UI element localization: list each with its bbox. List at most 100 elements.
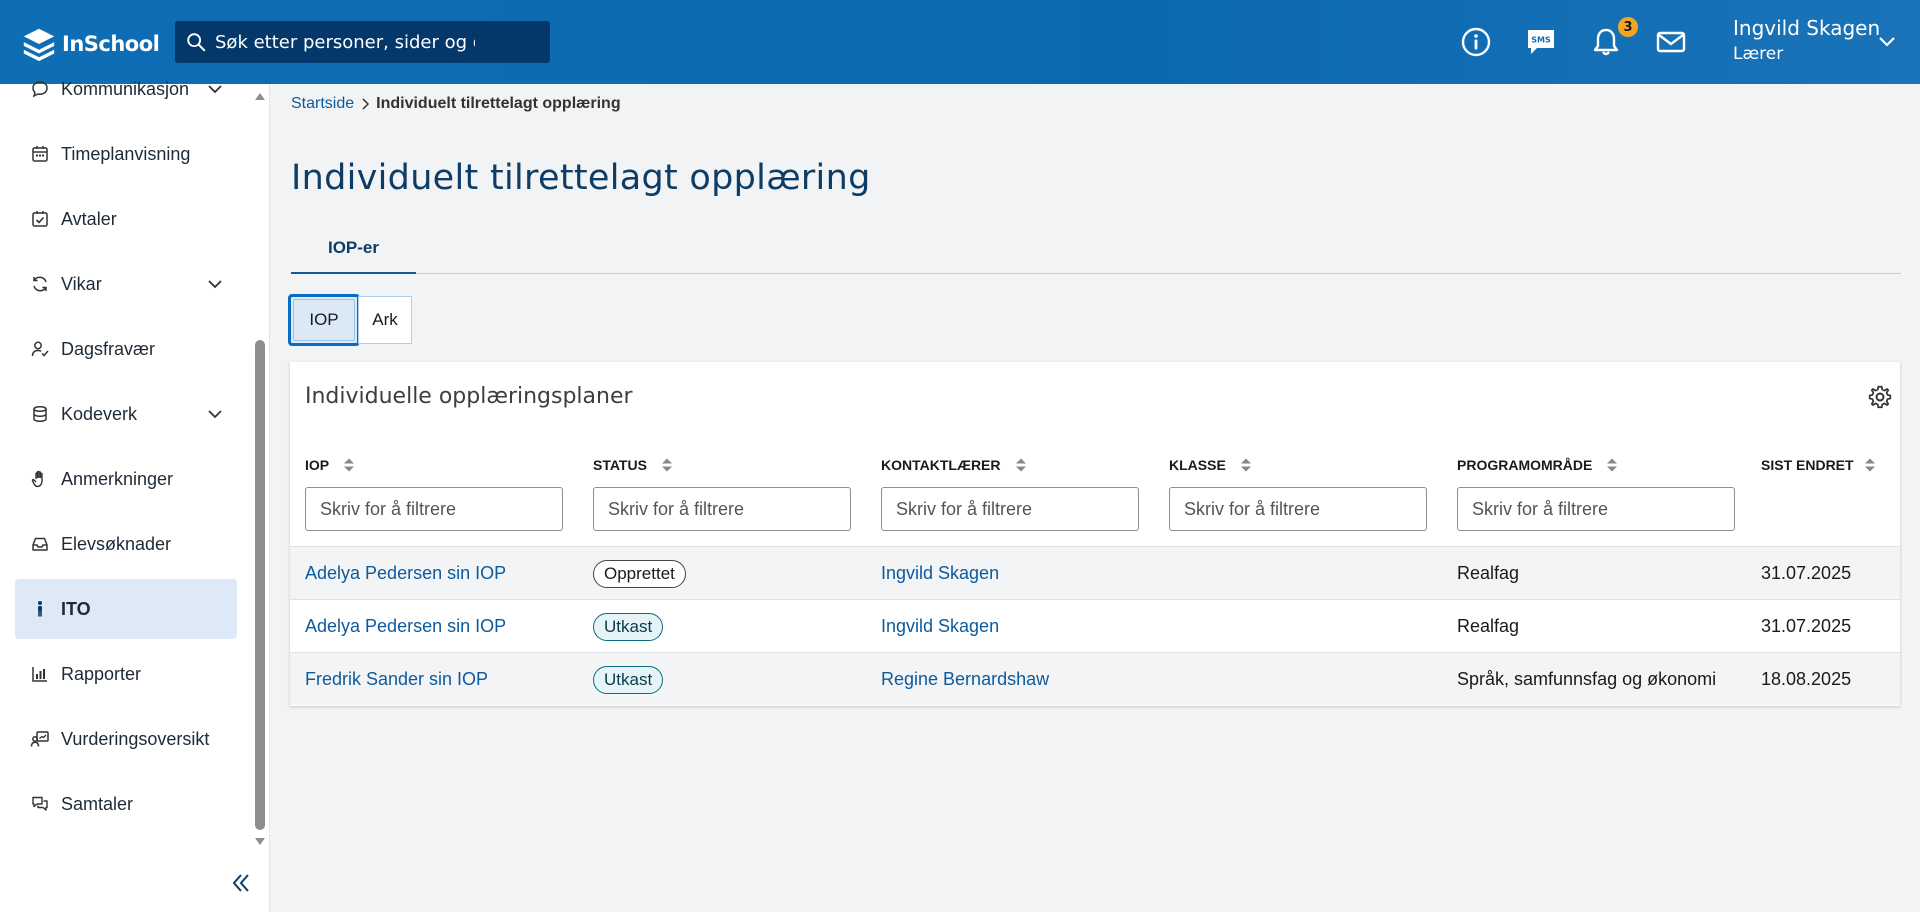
scroll-down-arrow-icon[interactable] bbox=[254, 836, 266, 848]
sidebar-item-kommunikasjon[interactable]: Kommunikasjon bbox=[15, 59, 237, 119]
kontaktlaerer-link[interactable]: Ingvild Skagen bbox=[881, 547, 999, 600]
gear-icon[interactable] bbox=[1867, 384, 1893, 410]
user-menu[interactable]: Ingvild Skagen Lærer bbox=[1733, 16, 1880, 64]
sidebar-item-elevsoknader[interactable]: Elevsøknader bbox=[15, 514, 237, 574]
status-cell: Opprettet bbox=[593, 547, 686, 600]
filter-input-kontaktlaerer[interactable] bbox=[881, 487, 1139, 531]
column-header-status[interactable]: STATUS bbox=[593, 457, 673, 473]
sidebar-item-anmerkninger[interactable]: Anmerkninger bbox=[15, 449, 237, 509]
tab-iop-er[interactable]: IOP-er bbox=[291, 232, 416, 274]
breadcrumb-home-link[interactable]: Startside bbox=[291, 95, 354, 113]
programomrade-cell: Realfag bbox=[1457, 563, 1520, 583]
stack-logo-icon bbox=[23, 28, 55, 62]
chevron-down-icon[interactable] bbox=[205, 79, 225, 99]
sidebar-item-label: Kodeverk bbox=[61, 403, 138, 424]
search-input[interactable] bbox=[215, 31, 475, 53]
filter-input-klasse[interactable] bbox=[1169, 487, 1427, 531]
column-label: KLASSE bbox=[1169, 457, 1226, 473]
sms-icon: SMS bbox=[1528, 30, 1554, 54]
user-check-icon bbox=[29, 338, 51, 360]
chevron-down-icon[interactable] bbox=[205, 274, 225, 294]
sort-icon[interactable] bbox=[1015, 457, 1027, 473]
assessment-icon bbox=[29, 728, 51, 750]
sidebar-item-ito[interactable]: ITO bbox=[15, 579, 237, 639]
info-button[interactable] bbox=[1458, 24, 1494, 60]
mail-icon bbox=[1656, 31, 1686, 53]
sms-button[interactable]: SMS bbox=[1523, 24, 1559, 60]
breadcrumb-current: Individuelt tilrettelagt opplæring bbox=[376, 95, 621, 112]
segment-ark-button[interactable]: Ark bbox=[358, 296, 412, 344]
search-icon bbox=[187, 33, 206, 52]
sort-icon[interactable] bbox=[1606, 457, 1618, 473]
sidebar-item-rapporter[interactable]: Rapporter bbox=[15, 644, 237, 704]
inschool-logo[interactable]: InSchool bbox=[20, 24, 160, 64]
column-header-programomrade[interactable]: PROGRAMOMRÅDE bbox=[1457, 457, 1618, 473]
scroll-up-arrow-icon[interactable] bbox=[254, 90, 266, 102]
status-cell: Utkast bbox=[593, 600, 664, 653]
sidebar-item-label: Kommunikasjon bbox=[61, 78, 190, 99]
column-label: PROGRAMOMRÅDE bbox=[1457, 457, 1593, 473]
status-badge: Utkast bbox=[593, 612, 664, 641]
kontaktlaerer-link[interactable]: Ingvild Skagen bbox=[881, 600, 999, 653]
column-label: SIST ENDRET bbox=[1761, 457, 1854, 473]
sidebar-item-label: Rapporter bbox=[61, 663, 142, 684]
filter-input-programomrade[interactable] bbox=[1457, 487, 1735, 531]
messages-button[interactable] bbox=[1653, 24, 1689, 60]
inbox-icon bbox=[29, 533, 51, 555]
sidebar-item-samtaler[interactable]: Samtaler bbox=[15, 774, 237, 834]
programomrade-cell: Realfag bbox=[1457, 616, 1520, 636]
sidebar-item-dagsfravaer[interactable]: Dagsfravær bbox=[15, 319, 237, 379]
programomrade-cell: Språk, samfunnsfag og økonomi bbox=[1457, 669, 1717, 689]
table-row[interactable]: Adelya Pedersen sin IOP Utkast Ingvild S… bbox=[290, 599, 1900, 652]
collapse-sidebar-icon[interactable] bbox=[228, 870, 254, 896]
breadcrumb: Startside Individuelt tilrettelagt opplæ… bbox=[291, 95, 621, 113]
table-row[interactable]: Fredrik Sander sin IOP Utkast Regine Ber… bbox=[290, 652, 1900, 705]
sist-endret-cell: 31.07.2025 bbox=[1761, 616, 1852, 636]
person-icon bbox=[29, 598, 51, 620]
column-header-iop[interactable]: IOP bbox=[305, 457, 355, 473]
sidebar-item-avtaler[interactable]: Avtaler bbox=[15, 189, 237, 249]
iop-link[interactable]: Fredrik Sander sin IOP bbox=[305, 653, 488, 706]
conversation-icon bbox=[29, 793, 51, 815]
info-icon bbox=[1461, 27, 1491, 57]
status-cell: Utkast bbox=[593, 653, 664, 706]
sidebar-item-vurderingsoversikt[interactable]: Vurderingsoversikt bbox=[15, 709, 237, 769]
column-label: STATUS bbox=[593, 457, 647, 473]
hand-icon bbox=[29, 468, 51, 490]
sidebar-item-label: Vikar bbox=[61, 273, 102, 294]
column-label: IOP bbox=[305, 457, 330, 473]
user-name: Ingvild Skagen bbox=[1733, 16, 1881, 40]
sidebar-item-kodeverk[interactable]: Kodeverk bbox=[15, 384, 237, 444]
user-role: Lærer bbox=[1733, 44, 1784, 64]
global-search[interactable] bbox=[175, 21, 550, 63]
chat-bubble-icon bbox=[29, 78, 51, 100]
iop-link[interactable]: Adelya Pedersen sin IOP bbox=[305, 600, 506, 653]
main-content: Startside Individuelt tilrettelagt opplæ… bbox=[271, 84, 1920, 912]
sort-icon[interactable] bbox=[1240, 457, 1252, 473]
sort-icon[interactable] bbox=[1864, 457, 1876, 473]
chevron-down-icon[interactable] bbox=[1875, 32, 1899, 52]
sidebar-item-label: Dagsfravær bbox=[61, 338, 156, 359]
kontaktlaerer-link[interactable]: Regine Bernardshaw bbox=[881, 653, 1049, 706]
iop-link[interactable]: Adelya Pedersen sin IOP bbox=[305, 547, 506, 600]
sidebar-item-label: Vurderingsoversikt bbox=[61, 728, 210, 749]
filter-input-iop[interactable] bbox=[305, 487, 563, 531]
column-header-klasse[interactable]: KLASSE bbox=[1169, 457, 1252, 473]
sidebar-item-label: Timeplanvisning bbox=[61, 143, 191, 164]
segment-iop-button[interactable]: IOP bbox=[288, 294, 360, 346]
sort-icon[interactable] bbox=[661, 457, 673, 473]
sidebar-item-timeplanvisning[interactable]: Timeplanvisning bbox=[15, 124, 237, 184]
sidebar-item-label: Elevsøknader bbox=[61, 533, 172, 554]
sort-icon[interactable] bbox=[343, 457, 355, 473]
sidebar-item-label: ITO bbox=[61, 598, 91, 619]
page-title: Individuelt tilrettelagt opplæring bbox=[291, 158, 871, 198]
iop-table-card: Individuelle opplæringsplaner IOP STATUS… bbox=[290, 362, 1900, 706]
chevron-down-icon[interactable] bbox=[205, 404, 225, 424]
column-header-kontaktlaerer[interactable]: KONTAKTLÆRER bbox=[881, 457, 1027, 473]
top-bar: InSchool SMS 3 Ingvild Skagen Lærer bbox=[0, 0, 1920, 84]
sidebar-item-vikar[interactable]: Vikar bbox=[15, 254, 237, 314]
table-row[interactable]: Adelya Pedersen sin IOP Opprettet Ingvil… bbox=[290, 546, 1900, 599]
filter-input-status[interactable] bbox=[593, 487, 851, 531]
sidebar-scrollbar-thumb[interactable] bbox=[255, 340, 265, 830]
column-header-sist-endret[interactable]: SIST ENDRET bbox=[1761, 457, 1876, 473]
